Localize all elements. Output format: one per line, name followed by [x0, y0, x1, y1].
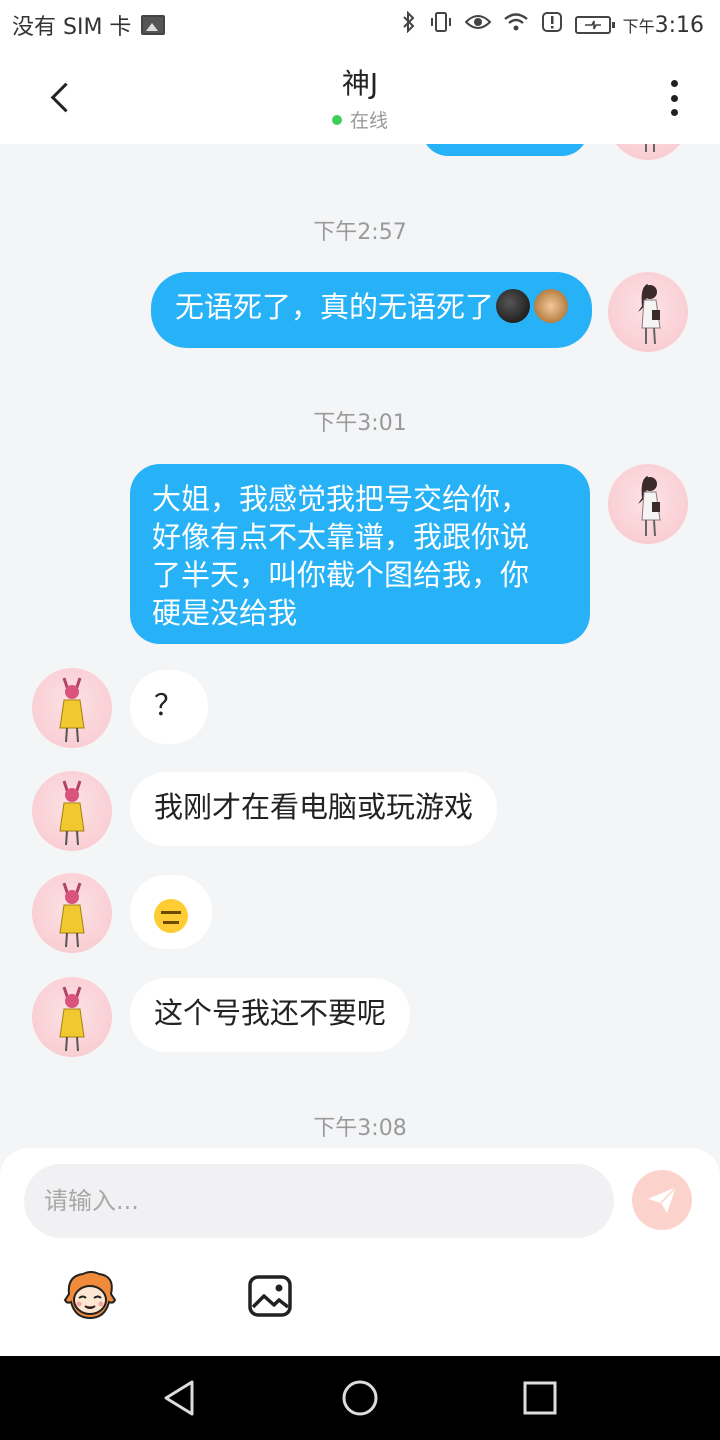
message-bubble-incoming[interactable]: 我刚才在看电脑或玩游戏: [130, 772, 498, 846]
bluetooth-icon: [401, 10, 417, 39]
image-notification-icon: [141, 15, 166, 35]
send-button[interactable]: [632, 1170, 692, 1230]
status-bar: 没有 SIM 卡 下午3:16: [0, 0, 720, 50]
message-text-line: 好像有点不太靠谱，我跟你说: [152, 520, 530, 554]
status-bar-left: 没有 SIM 卡: [12, 9, 166, 41]
expressionless-face-icon: [154, 899, 188, 933]
carrier-text: 没有 SIM 卡: [12, 15, 132, 40]
message-bubble-outgoing[interactable]: 大姐，我感觉我把号交给你， 好像有点不太靠谱，我跟你说 了半天，叫你截个图给我，…: [130, 464, 590, 644]
circle-home-icon: [342, 1380, 378, 1416]
wifi-icon: [503, 12, 529, 38]
online-dot-icon: [331, 114, 342, 125]
message-text: 无语死了，真的无语死了: [174, 290, 494, 324]
message-bubble-outgoing[interactable]: 无语死了，真的无语死了: [150, 272, 592, 348]
online-status: 在线: [0, 106, 720, 133]
status-bar-right: 下午3:16: [401, 10, 704, 39]
image-button[interactable]: [240, 1266, 300, 1326]
new-moon-face-icon: [496, 289, 530, 323]
image-icon: [248, 1275, 292, 1317]
more-dot-icon: [670, 109, 678, 116]
message-bubble-incoming[interactable]: [130, 875, 212, 949]
battery-icon: [574, 16, 615, 34]
message-text-line: 大姐，我感觉我把号交给你，: [152, 482, 530, 516]
message-list[interactable]: 下午2:57 无语死了，真的无语死了 下午3:01 大姐，我感觉我把号交给你， …: [0, 144, 720, 1148]
more-dot-icon: [670, 94, 678, 102]
eye-icon: [464, 12, 491, 38]
contact-avatar[interactable]: [32, 873, 112, 953]
message-input[interactable]: [24, 1164, 614, 1238]
nav-back-button[interactable]: [160, 1378, 200, 1418]
contact-avatar[interactable]: [32, 771, 112, 851]
chat-header: 神J 在线: [0, 50, 720, 144]
online-status-label: 在线: [349, 110, 388, 132]
message-text-line: 了半天，叫你截个图给我，你: [152, 558, 530, 592]
message-text-line: 硬是没给我: [152, 596, 298, 630]
my-avatar[interactable]: [608, 272, 688, 352]
system-nav-bar: [0, 1356, 720, 1440]
timestamp: 下午3:01: [313, 411, 407, 436]
vibrate-icon: [429, 11, 453, 39]
sticker-icon: [63, 1271, 117, 1320]
message-bubble-incoming[interactable]: ？: [130, 670, 208, 744]
clock: 下午3:16: [622, 12, 704, 38]
monkey-icon: [534, 289, 568, 323]
message-bubble-incoming[interactable]: 这个号我还不要呢: [130, 978, 411, 1052]
my-avatar[interactable]: [608, 464, 688, 544]
message-text: ？: [154, 688, 184, 722]
alert-icon: [541, 11, 563, 39]
timestamp: 下午3:08: [313, 1116, 407, 1141]
title-area: 神J 在线: [0, 62, 720, 133]
triangle-back-icon: [164, 1380, 194, 1416]
more-dot-icon: [670, 80, 678, 87]
contact-name: 神J: [341, 67, 379, 100]
my-avatar[interactable]: [608, 144, 688, 160]
message-text: 我刚才在看电脑或玩游戏: [154, 790, 474, 824]
message-text: 这个号我还不要呢: [154, 996, 387, 1030]
message-bubble-partial[interactable]: [422, 144, 588, 156]
contact-avatar[interactable]: [32, 668, 112, 748]
sticker-button[interactable]: [60, 1266, 120, 1326]
send-icon: [648, 1186, 677, 1213]
square-recents-icon: [523, 1381, 557, 1415]
message-composer: [0, 1148, 720, 1356]
nav-home-button[interactable]: [340, 1378, 380, 1418]
nav-recents-button[interactable]: [520, 1378, 560, 1418]
more-options-button[interactable]: [654, 76, 694, 120]
contact-avatar[interactable]: [32, 977, 112, 1057]
timestamp: 下午2:57: [313, 220, 407, 245]
